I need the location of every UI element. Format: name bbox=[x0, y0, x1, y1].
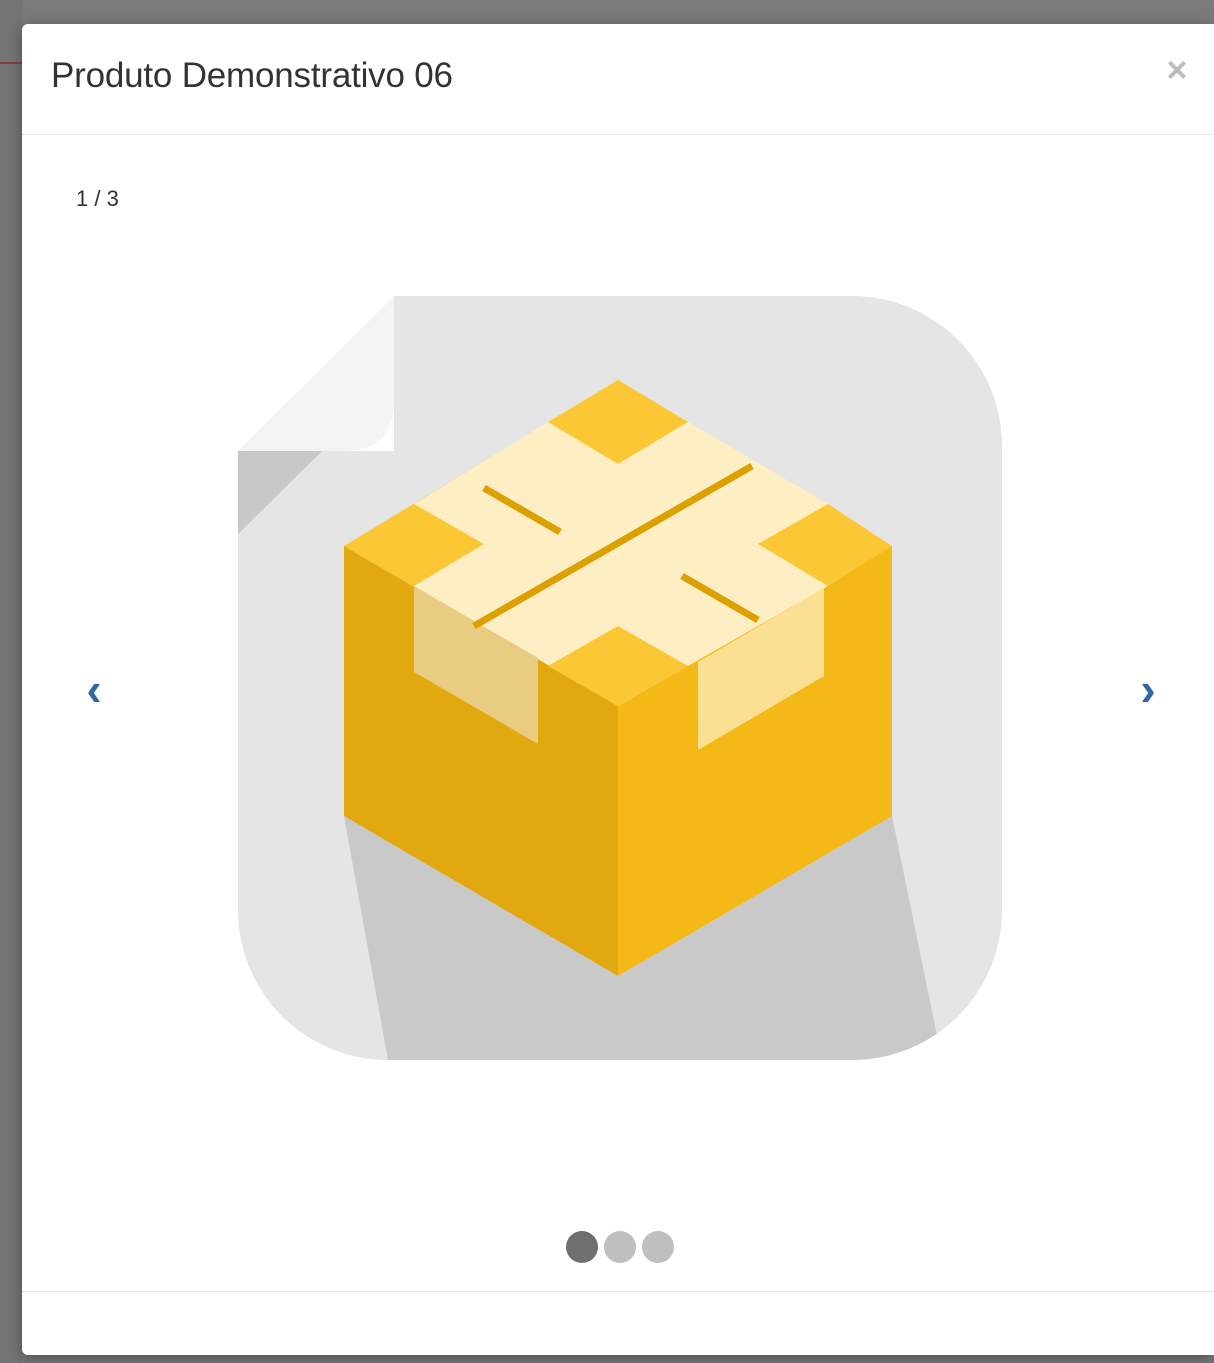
carousel-prev-button[interactable]: ‹ bbox=[74, 664, 114, 714]
package-box-icon bbox=[238, 296, 1002, 1060]
close-button[interactable]: × bbox=[1162, 52, 1192, 88]
modal-header: Produto Demonstrativo 06 × bbox=[22, 24, 1214, 135]
page-backdrop-accent-line bbox=[0, 62, 22, 64]
modal-footer bbox=[22, 1291, 1214, 1355]
product-modal: Produto Demonstrativo 06 × 1 / 3 ‹ › bbox=[22, 24, 1214, 1355]
carousel-dot-1[interactable] bbox=[566, 1231, 598, 1263]
page-backdrop-left bbox=[0, 0, 22, 1363]
carousel-indicators bbox=[566, 1231, 674, 1263]
carousel-dot-2[interactable] bbox=[604, 1231, 636, 1263]
page-backdrop bbox=[0, 0, 1214, 24]
modal-title: Produto Demonstrativo 06 bbox=[51, 56, 453, 95]
carousel-dot-3[interactable] bbox=[642, 1231, 674, 1263]
slide-counter: 1 / 3 bbox=[76, 186, 119, 211]
carousel-next-button[interactable]: › bbox=[1128, 664, 1168, 714]
